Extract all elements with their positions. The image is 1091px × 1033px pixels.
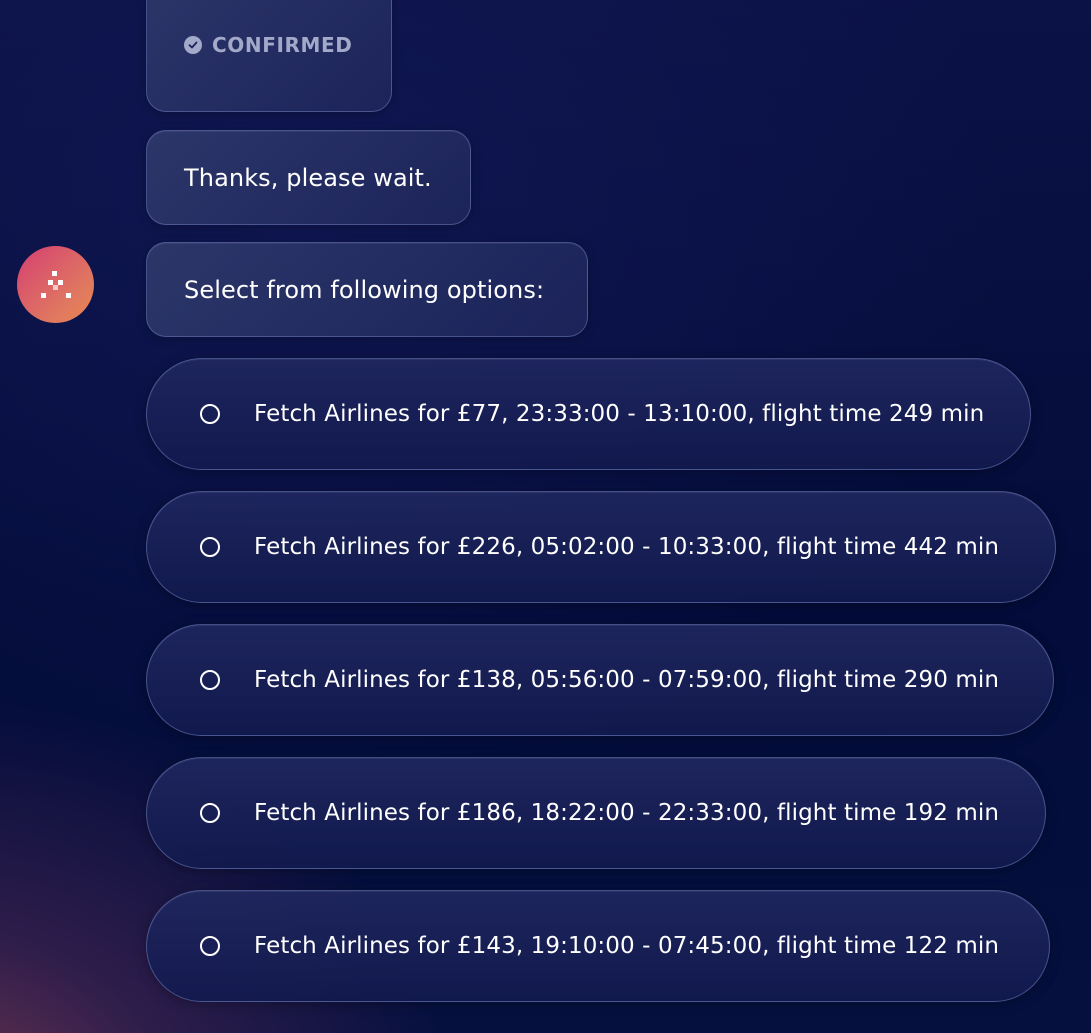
assistant-avatar [17, 246, 94, 323]
wait-message-bubble: Thanks, please wait. [146, 130, 471, 225]
radio-unselected-icon[interactable] [200, 404, 220, 424]
flight-option-1[interactable]: Fetch Airlines for £77, 23:33:00 - 13:10… [146, 358, 1031, 470]
radio-unselected-icon[interactable] [200, 670, 220, 690]
confirmed-status-text: CONFIRMED [212, 33, 353, 57]
confirmed-status-badge: CONFIRMED [184, 33, 353, 57]
assistant-logo-icon [40, 270, 71, 298]
flight-option-2[interactable]: Fetch Airlines for £226, 05:02:00 - 10:3… [146, 491, 1056, 603]
flight-option-label: Fetch Airlines for £138, 05:56:00 - 07:5… [254, 667, 1000, 693]
select-prompt-text: Select from following options: [184, 275, 545, 304]
flight-option-4[interactable]: Fetch Airlines for £186, 18:22:00 - 22:3… [146, 757, 1046, 869]
flight-option-label: Fetch Airlines for £226, 05:02:00 - 10:3… [254, 534, 1000, 560]
flight-option-3[interactable]: Fetch Airlines for £138, 05:56:00 - 07:5… [146, 624, 1054, 736]
flight-option-5[interactable]: Fetch Airlines for £143, 19:10:00 - 07:4… [146, 890, 1050, 1002]
confirmed-message-bubble: CONFIRMED [146, 0, 392, 112]
flight-option-label: Fetch Airlines for £143, 19:10:00 - 07:4… [254, 933, 1000, 959]
select-prompt-bubble: Select from following options: [146, 242, 588, 337]
flight-option-label: Fetch Airlines for £77, 23:33:00 - 13:10… [254, 401, 985, 427]
radio-unselected-icon[interactable] [200, 936, 220, 956]
wait-message-text: Thanks, please wait. [184, 163, 432, 192]
radio-unselected-icon[interactable] [200, 803, 220, 823]
check-circle-icon [184, 36, 202, 54]
radio-unselected-icon[interactable] [200, 537, 220, 557]
flight-option-label: Fetch Airlines for £186, 18:22:00 - 22:3… [254, 800, 1000, 826]
